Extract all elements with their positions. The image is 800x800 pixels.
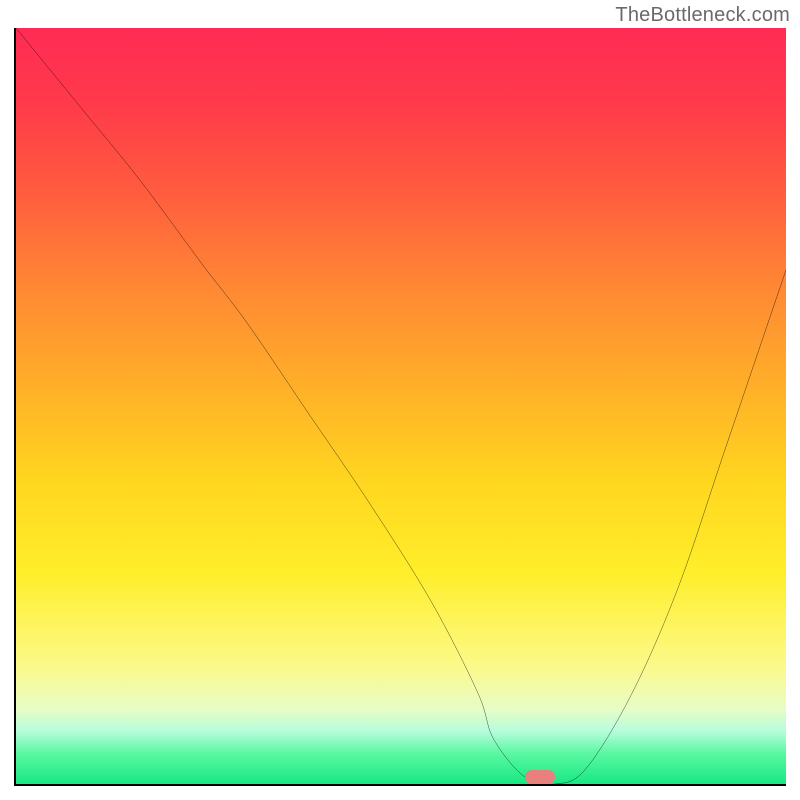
optimal-marker [525,770,555,784]
curve-svg [16,28,786,784]
bottleneck-curve [16,28,786,784]
watermark: TheBottleneck.com [615,4,790,27]
chart-area [14,28,786,786]
plot-inner [16,28,786,784]
